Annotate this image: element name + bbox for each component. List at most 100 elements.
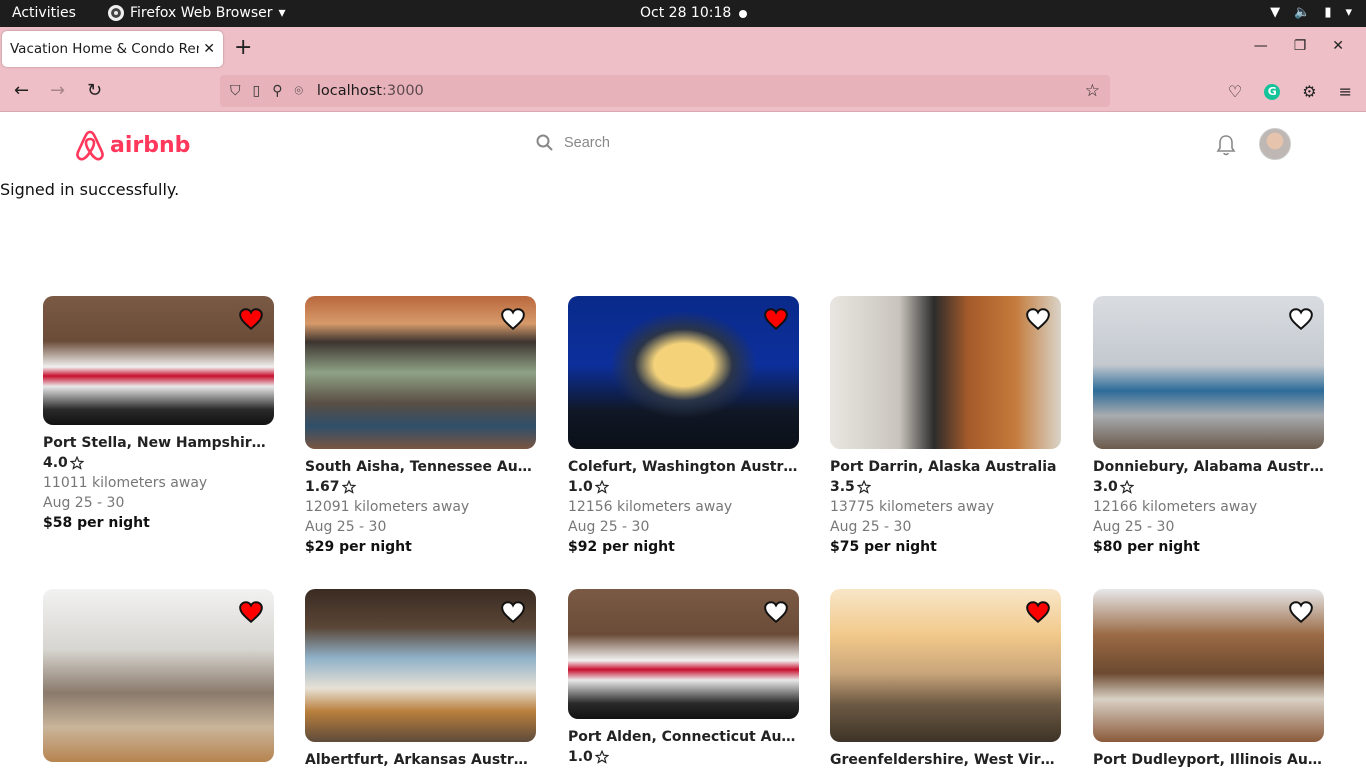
listing-price: $58 per night: [43, 515, 150, 531]
listing-card[interactable]: Colefurt, Washington Australia 1.0 12156 k…: [568, 296, 799, 555]
listing-price: $75 per night: [830, 539, 937, 555]
listing-price: $29 per night: [305, 539, 412, 555]
favorite-heart-icon[interactable]: [1288, 599, 1314, 625]
location-pin-icon[interactable]: ⌾: [294, 83, 302, 99]
search-icon: [536, 134, 553, 151]
listing-photo[interactable]: [830, 589, 1061, 742]
minimize-icon[interactable]: —: [1254, 38, 1268, 54]
firefox-icon: [108, 5, 124, 21]
listing-photo[interactable]: [830, 296, 1061, 449]
favorite-heart-icon[interactable]: [1025, 599, 1051, 625]
app-menu[interactable]: Firefox Web Browser ▾: [108, 5, 286, 21]
rating-value: 1.67: [305, 479, 340, 495]
listing-dates: Aug 25 - 30: [305, 519, 387, 535]
listing-location[interactable]: Port Alden, Connecticut Australia: [568, 729, 799, 745]
reload-icon[interactable]: ↻: [87, 80, 102, 101]
listing-rating: 4.0: [43, 455, 274, 471]
listing-distance: 13775 kilometers away: [830, 499, 995, 515]
favorite-heart-icon[interactable]: [500, 599, 526, 625]
favorite-heart-icon[interactable]: [238, 599, 264, 625]
volume-icon: 🔈: [1294, 5, 1311, 20]
bookmark-star-icon[interactable]: ☆: [1085, 81, 1100, 101]
listing-card[interactable]: Albertfurt, Arkansas Australia: [305, 589, 536, 768]
listing-dates: Aug 25 - 30: [568, 519, 650, 535]
clock[interactable]: Oct 28 10:18: [640, 5, 731, 21]
star-icon: [69, 456, 84, 470]
airbnb-logo-icon: [76, 130, 104, 161]
listing-photo[interactable]: [568, 296, 799, 449]
favorite-heart-icon[interactable]: [763, 306, 789, 332]
shield-icon[interactable]: ⛉: [230, 83, 241, 99]
forward-icon[interactable]: →: [50, 80, 65, 101]
close-tab-icon[interactable]: ✕: [203, 41, 215, 57]
listing-location[interactable]: South Aisha, Tennessee Australia: [305, 459, 536, 475]
listing-rating: 3.5: [830, 479, 1061, 495]
search-box[interactable]: Search: [536, 134, 610, 152]
favorite-heart-icon[interactable]: [1288, 306, 1314, 332]
extension-icon[interactable]: ⚙: [1302, 82, 1316, 101]
star-icon: [594, 750, 609, 764]
pocket-icon[interactable]: ♡: [1228, 82, 1242, 101]
new-tab-button[interactable]: +: [234, 35, 252, 60]
system-tray[interactable]: ▼ 🔈 ▮ ▾: [1270, 5, 1352, 20]
listing-photo[interactable]: [43, 589, 274, 762]
avatar[interactable]: [1259, 128, 1291, 160]
listing-card[interactable]: Greenfeldershire, West Virginia Australi…: [830, 589, 1061, 768]
listing-card[interactable]: Port Alden, Connecticut Australia 1.0: [568, 589, 799, 765]
page-icon[interactable]: ▯: [253, 83, 261, 99]
grammarly-icon[interactable]: G: [1264, 83, 1281, 100]
window-controls: — ❐ ✕: [1254, 38, 1344, 54]
star-icon: [594, 480, 609, 494]
url-port: :3000: [381, 83, 424, 99]
listing-photo[interactable]: [1093, 589, 1324, 742]
favorite-heart-icon[interactable]: [763, 599, 789, 625]
logo-text: airbnb: [110, 132, 191, 158]
listing-location[interactable]: Greenfeldershire, West Virginia Australi…: [830, 752, 1061, 768]
listing-photo[interactable]: [305, 296, 536, 449]
listing-location[interactable]: Port Darrin, Alaska Australia: [830, 459, 1061, 475]
listing-location[interactable]: Albertfurt, Arkansas Australia: [305, 752, 536, 768]
listing-location[interactable]: Port Dudleyport, Illinois Australia: [1093, 752, 1324, 768]
listing-card[interactable]: Port Dudleyport, Illinois Australia: [1093, 589, 1324, 768]
listing-photo[interactable]: [568, 589, 799, 719]
listing-card[interactable]: Donniebury, Alabama Australia 3.0 12166 ki…: [1093, 296, 1324, 555]
permissions-icon[interactable]: ⚲: [272, 83, 282, 99]
page-content: airbnb Search Signed in successfully. Po…: [0, 112, 1366, 768]
chevron-down-icon: ▾: [278, 5, 286, 21]
listing-photo[interactable]: [43, 296, 274, 425]
browser-tab[interactable]: Vacation Home & Condo Rentals ✕: [2, 31, 223, 67]
listing-rating: 1.67: [305, 479, 536, 495]
listing-dates: Aug 25 - 30: [1093, 519, 1175, 535]
url-bar[interactable]: ⛉ ▯ ⚲ ⌾ localhost:3000 ☆: [220, 75, 1110, 107]
listing-dates: Aug 25 - 30: [43, 495, 125, 511]
bell-icon[interactable]: [1216, 134, 1236, 156]
rating-value: 3.0: [1093, 479, 1118, 495]
favorite-heart-icon[interactable]: [238, 306, 264, 332]
listing-location[interactable]: Colefurt, Washington Australia: [568, 459, 799, 475]
favorite-heart-icon[interactable]: [1025, 306, 1051, 332]
listing-photo[interactable]: [305, 589, 536, 742]
listing-location[interactable]: Port Stella, New Hampshire Australia: [43, 435, 274, 451]
airbnb-logo[interactable]: airbnb: [74, 128, 190, 162]
maximize-icon[interactable]: ❐: [1294, 38, 1307, 54]
listing-distance: 12091 kilometers away: [305, 499, 470, 515]
listing-card[interactable]: [43, 589, 274, 762]
menu-icon[interactable]: ≡: [1339, 82, 1352, 101]
listing-distance: 11011 kilometers away: [43, 475, 208, 491]
listing-photo[interactable]: [1093, 296, 1324, 449]
listing-price: $92 per night: [568, 539, 675, 555]
listing-card[interactable]: Port Darrin, Alaska Australia 3.5 13775 ki…: [830, 296, 1061, 555]
favorite-heart-icon[interactable]: [500, 306, 526, 332]
activities-button[interactable]: Activities: [12, 5, 76, 21]
star-icon: [341, 480, 356, 494]
star-icon: [856, 480, 871, 494]
search-input[interactable]: Search: [564, 135, 610, 151]
star-icon: [1119, 480, 1134, 494]
url-host: localhost: [316, 83, 382, 99]
listing-card[interactable]: Port Stella, New Hampshire Australia 4.0 1…: [43, 296, 274, 531]
back-icon[interactable]: ←: [14, 80, 29, 101]
listing-card[interactable]: South Aisha, Tennessee Australia 1.67 1209…: [305, 296, 536, 555]
listing-location[interactable]: Donniebury, Alabama Australia: [1093, 459, 1324, 475]
rating-value: 1.0: [568, 479, 593, 495]
close-window-icon[interactable]: ✕: [1332, 38, 1344, 54]
